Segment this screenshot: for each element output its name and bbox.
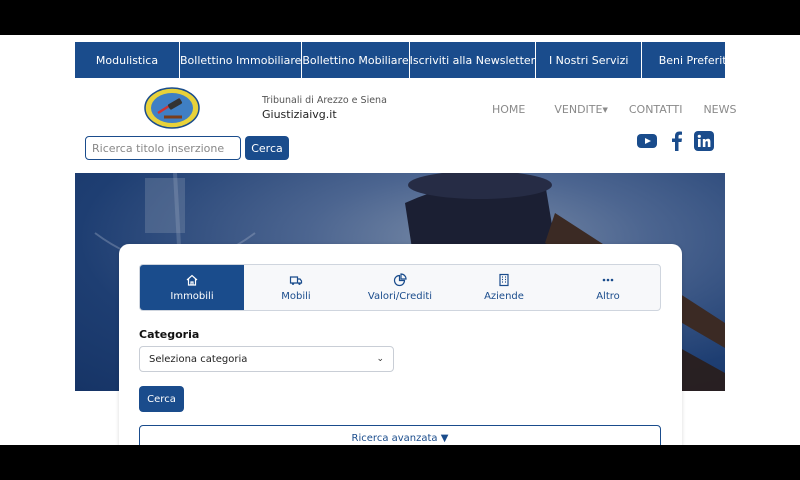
truck-icon <box>289 276 303 285</box>
facebook-icon[interactable] <box>667 131 687 151</box>
tab-aziende[interactable]: Aziende <box>452 265 556 310</box>
page: Modulistica Bollettino Immobiliare Bolle… <box>0 35 800 445</box>
search-input[interactable] <box>85 136 241 160</box>
nav-bollettino-immobiliare[interactable]: Bollettino Immobiliare <box>180 42 303 78</box>
tab-label: Altro <box>596 291 620 302</box>
nav-contatti[interactable]: CONTATTI <box>629 103 683 116</box>
brand-name[interactable]: Giustiziaivg.it <box>262 108 337 121</box>
nav-vendite[interactable]: VENDITE▼ <box>554 103 607 116</box>
tab-mobili[interactable]: Mobili <box>244 265 348 310</box>
nav-news[interactable]: NEWS <box>703 103 736 116</box>
tab-label: Valori/Crediti <box>367 291 433 302</box>
house-icon <box>186 274 198 286</box>
dots-icon <box>602 278 614 282</box>
tab-altro[interactable]: Altro <box>556 265 660 310</box>
search-card: Immobili Mobili Valori/Crediti Aziende A… <box>119 244 682 445</box>
tab-label: Immobili <box>170 291 214 302</box>
tab-label: Aziende <box>484 291 524 302</box>
category-select[interactable]: Seleziona categoria ⌄ <box>139 346 394 372</box>
advanced-search-button[interactable]: Ricerca avanzata ▼ <box>139 425 661 445</box>
pie-chart-icon <box>393 273 407 287</box>
caret-down-icon: ▼ <box>602 106 608 114</box>
top-navigation: Modulistica Bollettino Immobiliare Bolle… <box>75 42 730 78</box>
site-logo[interactable] <box>144 87 200 129</box>
main-navigation: HOME VENDITE▼ CONTATTI NEWS <box>492 103 737 116</box>
search-button[interactable]: Cerca <box>245 136 289 160</box>
nav-servizi[interactable]: I Nostri Servizi <box>536 42 643 78</box>
category-search-button[interactable]: Cerca <box>139 386 184 412</box>
nav-modulistica[interactable]: Modulistica <box>75 42 180 78</box>
brand-subtitle: Tribunali di Arezzo e Siena <box>262 95 387 106</box>
tab-label: Mobili <box>281 291 311 302</box>
chevron-down-icon: ⌄ <box>376 354 384 364</box>
category-tabs: Immobili Mobili Valori/Crediti Aziende A… <box>139 264 661 311</box>
building-icon <box>499 273 509 287</box>
youtube-icon[interactable] <box>637 131 657 151</box>
linkedin-icon[interactable] <box>694 131 714 151</box>
nav-bollettino-mobiliare[interactable]: Bollettino Mobiliare <box>302 42 410 78</box>
nav-vendite-label: VENDITE <box>554 103 603 116</box>
nav-newsletter[interactable]: Iscriviti alla Newsletter <box>410 42 537 78</box>
tab-immobili[interactable]: Immobili <box>140 265 244 310</box>
category-label: Categoria <box>139 328 200 341</box>
tab-valori-crediti[interactable]: Valori/Crediti <box>348 265 452 310</box>
nav-beni-preferiti[interactable]: Beni Preferiti <box>642 42 746 78</box>
nav-home[interactable]: HOME <box>492 103 525 116</box>
category-select-value: Seleziona categoria <box>149 353 248 365</box>
